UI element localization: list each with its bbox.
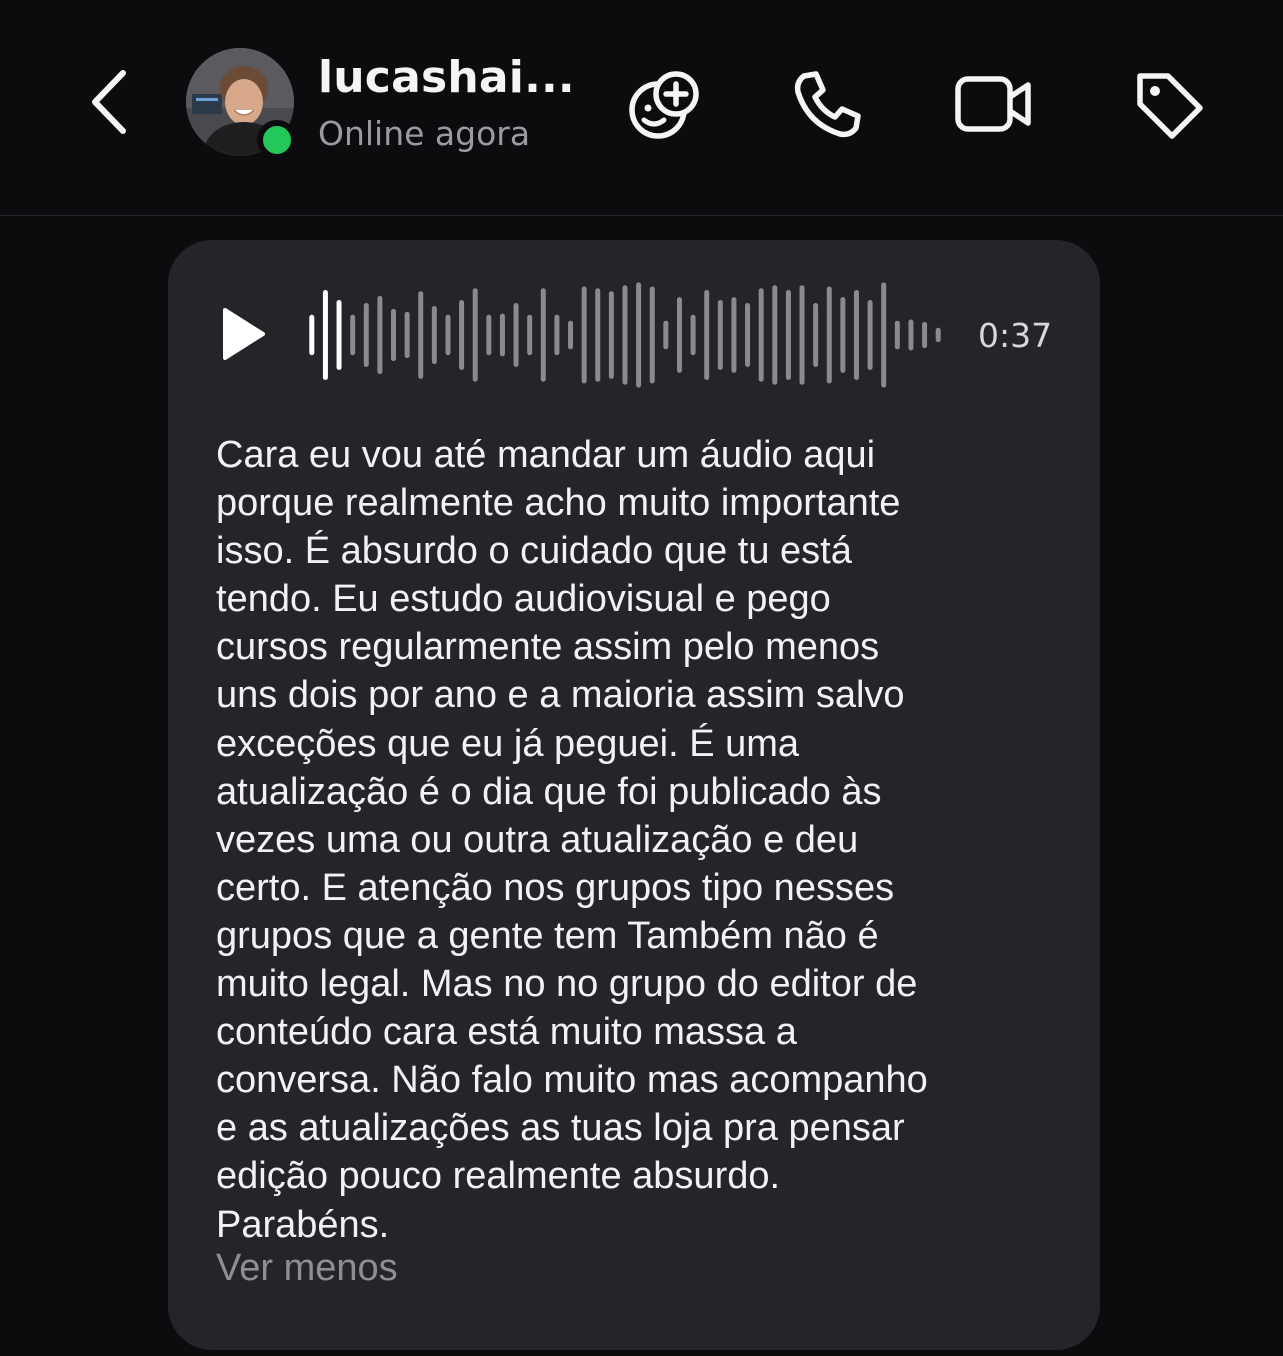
message-transcript: Cara eu vou até mandar um áudio aqui por… <box>216 434 928 1246</box>
phone-icon <box>794 71 861 138</box>
show-less-link[interactable]: Ver menos <box>216 1247 398 1290</box>
play-icon <box>223 308 265 360</box>
call-button[interactable] <box>786 62 870 146</box>
tag-button[interactable] <box>1126 62 1210 146</box>
online-status-dot <box>257 120 297 160</box>
contact-name[interactable]: lucashai... <box>318 52 575 103</box>
chevron-left-icon <box>92 70 126 134</box>
back-button[interactable] <box>78 62 138 142</box>
chat-header: lucashai... Online agora <box>0 0 1283 215</box>
sticker-add-icon <box>629 71 699 139</box>
tag-icon <box>1137 73 1203 139</box>
contact-status: Online agora <box>318 114 531 153</box>
play-button[interactable] <box>210 302 274 366</box>
audio-duration: 0:37 <box>978 316 1053 355</box>
video-camera-icon <box>955 76 1031 132</box>
audio-waveform[interactable] <box>305 270 945 400</box>
header-divider <box>0 215 1283 216</box>
video-call-button[interactable] <box>952 62 1036 146</box>
sticker-button[interactable] <box>622 62 706 146</box>
